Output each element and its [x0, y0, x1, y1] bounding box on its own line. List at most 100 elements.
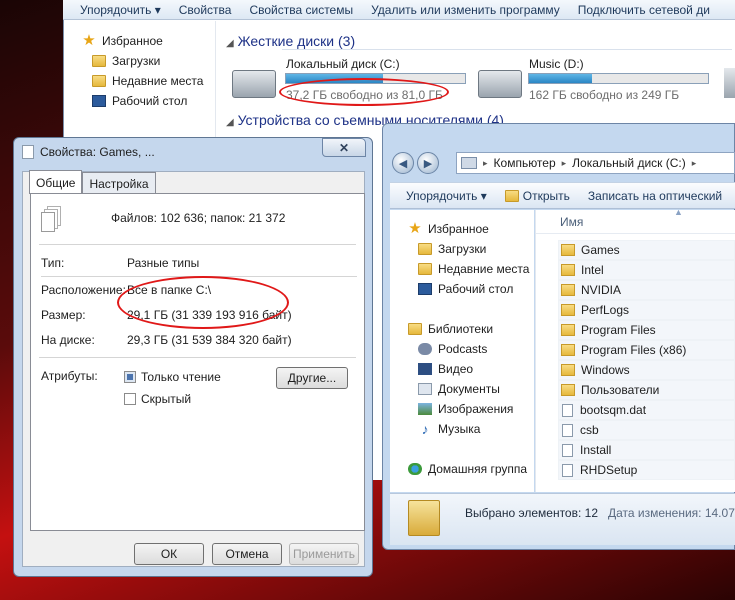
nav-homegroup[interactable]: Домашняя группа [408, 459, 534, 479]
drive-c-name[interactable]: Локальный диск (C:) [286, 57, 400, 71]
folder-icon [561, 344, 575, 356]
folder-icon [561, 324, 575, 336]
folder-icon [561, 364, 575, 376]
size-on-disk-label: На диске: [41, 333, 95, 347]
list-item[interactable]: Program Files [558, 320, 735, 340]
selected-count: Выбрано элементов: 12 [465, 506, 598, 520]
size-on-disk-value: 29,3 ГБ (31 539 384 320 байт) [127, 333, 292, 347]
attributes-label: Атрибуты: [41, 369, 98, 383]
group-divider [282, 49, 732, 50]
file-items: Games Intel NVIDIA PerfLogs Program File… [536, 234, 735, 480]
nav-favorites[interactable]: ★ Избранное [408, 219, 534, 239]
nav-favorites[interactable]: ★ Избранное [82, 31, 215, 51]
system-properties-button[interactable]: Свойства системы [240, 3, 362, 17]
dialog-titlebar: Свойства: Games, ... [22, 142, 342, 162]
drive-e-icon-partial [724, 68, 735, 98]
address-bar[interactable]: ▸ Компьютер ▸ Локальный диск (C:) ▸ [456, 152, 735, 174]
open-button[interactable]: Открыть [496, 189, 579, 203]
properties-button[interactable]: Свойства [170, 3, 241, 17]
tab-general[interactable]: Общие [29, 170, 83, 194]
advanced-button[interactable]: Другие... [276, 367, 348, 389]
nav-downloads[interactable]: Загрузки [92, 51, 215, 71]
general-tab-panel: Файлов: 102 636; папок: 21 372 Тип: Разны… [30, 193, 365, 531]
map-network-drive-button[interactable]: Подключить сетевой ди [569, 3, 719, 17]
list-item[interactable]: Install [558, 440, 735, 460]
close-icon: ✕ [338, 140, 350, 155]
nav-desktop[interactable]: Рабочий стол [418, 279, 534, 299]
nav-desktop-label: Рабочий стол [112, 94, 188, 108]
nav-pictures[interactable]: Изображения [418, 399, 534, 419]
apply-button[interactable]: Применить [289, 543, 359, 565]
readonly-checkbox[interactable]: Только чтение [124, 370, 221, 384]
list-item[interactable]: Windows [558, 360, 735, 380]
nav-downloads[interactable]: Загрузки [418, 239, 534, 259]
list-item[interactable]: Intel [558, 260, 735, 280]
list-item[interactable]: PerfLogs [558, 300, 735, 320]
forward-button[interactable]: ▶ [417, 152, 439, 174]
organize-button[interactable]: Упорядочить ▾ [390, 189, 496, 203]
nav-documents-label: Документы [438, 382, 500, 396]
uninstall-program-button[interactable]: Удалить или изменить программу [362, 3, 569, 17]
name-column-label: Имя [560, 214, 584, 229]
list-item[interactable]: csb [558, 420, 735, 440]
nav-documents[interactable]: Документы [418, 379, 534, 399]
video-icon [418, 363, 432, 375]
list-item[interactable]: Program Files (x86) [558, 340, 735, 360]
hard-drives-group-header[interactable]: ◢ Жесткие диски (3) [226, 33, 355, 49]
nav-podcasts[interactable]: Podcasts [418, 339, 534, 359]
checkbox-indeterminate-icon [124, 371, 136, 383]
nav-pictures-label: Изображения [438, 402, 514, 416]
divider [39, 244, 356, 245]
file-icon [562, 443, 573, 457]
nav-desktop[interactable]: Рабочий стол [92, 91, 215, 111]
list-item[interactable]: Пользователи [558, 380, 735, 400]
list-item[interactable]: RHDSetup [558, 460, 735, 480]
item-name: Intel [581, 263, 604, 277]
downloads-folder-icon [92, 55, 106, 67]
music-icon: ♪ [421, 421, 429, 437]
type-value: Разные типы [127, 256, 200, 270]
tab-customize[interactable]: Настройка [82, 172, 156, 194]
star-icon: ★ [82, 32, 96, 49]
nav-downloads-label: Загрузки [438, 242, 487, 256]
ok-button[interactable]: ОК [134, 543, 204, 565]
item-name: Пользователи [581, 383, 660, 397]
nav-music[interactable]: ♪ Музыка [418, 419, 534, 439]
list-item[interactable]: NVIDIA [558, 280, 735, 300]
downloads-folder-icon [418, 243, 432, 255]
item-name: Windows [581, 363, 630, 377]
readonly-label: Только чтение [141, 370, 221, 384]
open-folder-icon [504, 189, 519, 202]
file-list: Имя ▲ Games Intel NVIDIA PerfLogs Progra… [535, 207, 735, 492]
item-name: Install [580, 443, 612, 457]
back-button[interactable]: ◀ [392, 152, 414, 174]
modified-date: Дата изменения: 14.07.20 [608, 506, 735, 520]
organize-button[interactable]: Упорядочить ▾ [71, 3, 170, 17]
podcasts-icon [418, 343, 432, 355]
nav-video[interactable]: Видео [418, 359, 534, 379]
hidden-checkbox[interactable]: Скрытый [124, 392, 191, 406]
breadcrumb-drive-c[interactable]: Локальный диск (C:) [572, 156, 686, 170]
star-icon: ★ [408, 220, 422, 237]
breadcrumb-computer[interactable]: Компьютер [494, 156, 556, 170]
recent-places-icon [418, 263, 432, 275]
list-item[interactable]: bootsqm.dat [558, 400, 735, 420]
item-name: Games [581, 243, 620, 257]
burn-button[interactable]: Записать на оптический [579, 189, 731, 203]
cancel-button[interactable]: Отмена [212, 543, 282, 565]
folder-icon [561, 304, 575, 316]
homegroup-icon [408, 463, 422, 475]
nav-libraries-label: Библиотеки [428, 322, 494, 336]
nav-recent-places[interactable]: Недавние места [92, 71, 215, 91]
nav-recent-places-label: Недавние места [112, 74, 204, 88]
drive-d-name[interactable]: Music (D:) [529, 57, 584, 71]
nav-libraries[interactable]: Библиотеки [408, 319, 534, 339]
desktop-icon [92, 95, 106, 107]
name-column-header[interactable]: Имя ▲ [536, 207, 735, 234]
item-name: bootsqm.dat [580, 403, 647, 417]
nav-recent-places[interactable]: Недавние места [418, 259, 534, 279]
red-highlight-oval [117, 276, 289, 329]
item-name: Program Files [581, 323, 656, 337]
close-button[interactable]: ✕ [322, 138, 366, 157]
list-item[interactable]: Games [558, 240, 735, 260]
